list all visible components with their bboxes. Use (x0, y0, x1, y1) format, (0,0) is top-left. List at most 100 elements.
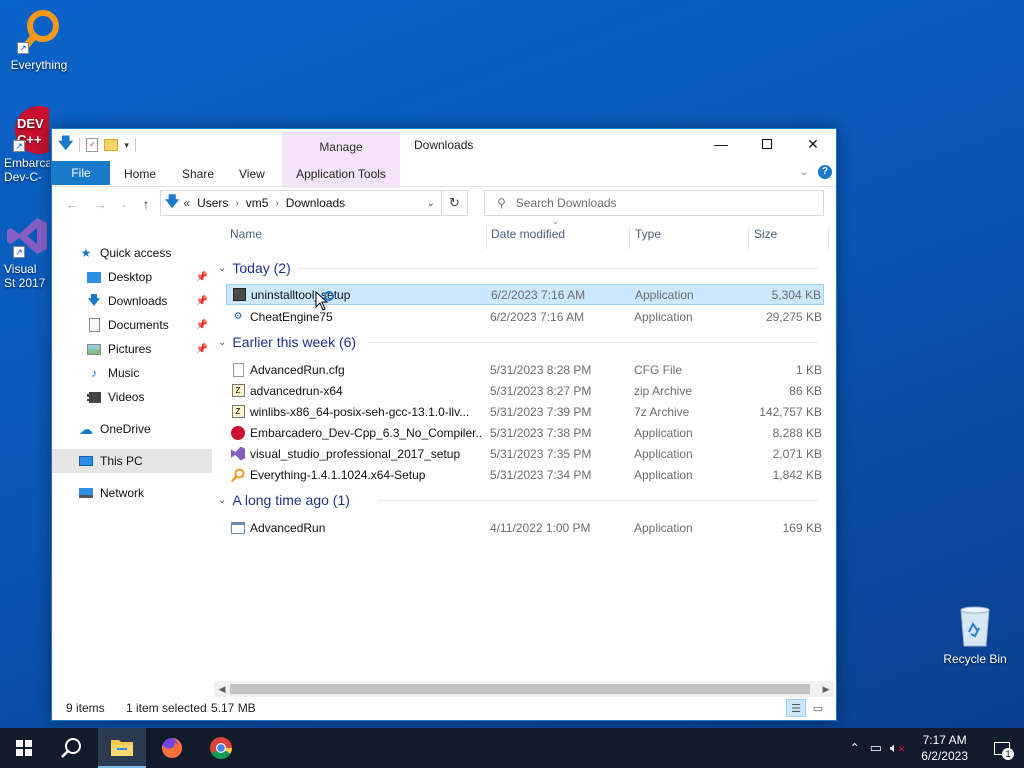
nav-item-music[interactable]: ♪ Music (52, 361, 212, 385)
column-divider[interactable] (486, 227, 487, 249)
forward-button[interactable]: → (90, 194, 110, 214)
file-row[interactable]: AdvancedRun.cfg 5/31/2023 8:28 PM CFG Fi… (226, 359, 824, 380)
search-button[interactable] (48, 728, 96, 768)
column-header-type[interactable]: Type (635, 227, 661, 249)
nav-item-label: This PC (100, 454, 143, 468)
file-type: Application (635, 287, 694, 302)
maximize-button[interactable] (744, 129, 790, 159)
nav-item-onedrive[interactable]: ☁ OneDrive (52, 417, 212, 441)
pin-icon[interactable]: 📌 (196, 296, 208, 307)
search-input[interactable]: ⚲ Search Downloads (484, 190, 824, 216)
nav-item-this-pc[interactable]: This PC (52, 449, 212, 473)
nav-item-videos[interactable]: Videos (52, 385, 212, 409)
file-row[interactable]: Z advancedrun-x64 5/31/2023 8:27 PM zip … (226, 380, 824, 401)
nav-item-pictures[interactable]: Pictures 📌 (52, 337, 212, 361)
desktop-icon-label: Visual St 2017 (4, 262, 46, 290)
start-button[interactable] (0, 728, 48, 768)
tab-share[interactable]: Share (168, 163, 228, 185)
nav-item-quick-access[interactable]: ★ Quick access (52, 241, 212, 265)
address-overflow[interactable]: « (183, 196, 190, 210)
taskbar: ⌃ ▭ 🔈︎✕ 7:17 AM 6/2/2023 1 (0, 728, 1024, 768)
address-bar[interactable]: 🡇 « Users › vm5 › Downloads ⌄ (160, 190, 442, 216)
tab-application-tools[interactable]: Application Tools (282, 163, 400, 185)
everything-icon: ↗ (15, 8, 63, 56)
column-header-name[interactable]: Name (230, 227, 262, 249)
file-row[interactable]: Everything-1.4.1.1024.x64-Setup 5/31/202… (226, 464, 824, 485)
file-row[interactable]: Z winlibs-x86_64-posix-seh-gcc-13.1.0-ll… (226, 401, 824, 422)
pin-icon[interactable]: 📌 (196, 320, 208, 331)
group-header-earlier-this-week[interactable]: ⌄ Earlier this week (6) (218, 334, 818, 350)
7z-archive-icon: Z (230, 404, 246, 420)
close-button[interactable]: ✕ (790, 129, 836, 159)
chevron-right-icon[interactable]: › (235, 198, 238, 209)
scroll-left-icon[interactable]: ◀ (214, 681, 230, 697)
column-header-date[interactable]: Date modified (491, 227, 565, 249)
clock[interactable]: 7:17 AM 6/2/2023 (921, 732, 968, 764)
column-divider[interactable] (828, 227, 829, 249)
file-row[interactable]: Embarcadero_Dev-Cpp_6.3_No_Compiler... 5… (226, 422, 824, 443)
properties-icon[interactable]: ✓ (86, 138, 99, 152)
notification-center-button[interactable]: 1 (980, 728, 1024, 768)
installer-box-icon (231, 287, 247, 303)
desktop-icon-visual-studio[interactable]: ↗ Visual St 2017 (0, 212, 50, 290)
refresh-button[interactable]: ↻ (442, 190, 468, 216)
horizontal-scrollbar[interactable]: ◀ ▶ (214, 681, 834, 697)
recent-locations-icon[interactable]: ⌄ (114, 194, 134, 214)
tab-file[interactable]: File (52, 161, 110, 185)
help-icon[interactable]: ? (818, 165, 832, 179)
address-dropdown-icon[interactable]: ⌄ (427, 198, 435, 209)
item-count: 9 items (66, 701, 105, 715)
title-bar[interactable]: 🡇 ✓ ▾ Manage Downloads — ✕ (52, 129, 836, 188)
scrollbar-thumb[interactable] (230, 684, 810, 694)
up-button[interactable]: ↑ (136, 194, 156, 214)
column-divider[interactable] (629, 227, 630, 249)
tab-home[interactable]: Home (110, 163, 170, 185)
file-size: 1 KB (795, 362, 822, 377)
scroll-right-icon[interactable]: ▶ (818, 681, 834, 697)
file-row[interactable]: visual_studio_professional_2017_setup 5/… (226, 443, 824, 464)
new-folder-icon[interactable] (104, 139, 119, 151)
breadcrumb-downloads[interactable]: Downloads (286, 196, 345, 210)
column-divider[interactable] (748, 227, 749, 249)
nav-item-downloads[interactable]: 🡇 Downloads 📌 (52, 289, 212, 313)
chevron-right-icon[interactable]: › (275, 198, 278, 209)
tab-view[interactable]: View (225, 163, 279, 185)
nav-item-documents[interactable]: Documents 📌 (52, 313, 212, 337)
back-button[interactable]: ← (62, 194, 82, 214)
windows-logo-icon (16, 740, 32, 756)
group-header-long-time-ago[interactable]: ⌄ A long time ago (1) (218, 492, 818, 508)
expand-ribbon-icon[interactable]: ⌄ (800, 167, 808, 178)
qat-dropdown-icon[interactable]: ▾ (124, 140, 129, 151)
desktop-icon-everything[interactable]: ↗ Everything (1, 8, 77, 72)
large-icons-view-button[interactable]: ▭ (808, 699, 828, 717)
down-arrow-icon[interactable]: 🡇 (58, 133, 73, 158)
navigation-bar: ← → ⌄ ↑ 🡇 « Users › vm5 › Downloads ⌄ ↻ … (52, 186, 836, 220)
visual-studio-icon: ↗ (1, 212, 49, 260)
breadcrumb-vm5[interactable]: vm5 (246, 196, 269, 210)
details-view-button[interactable]: ☰ (786, 699, 806, 717)
file-name: uninstalltool_setup (251, 287, 351, 302)
group-header-today[interactable]: ⌄ Today (2) (218, 260, 818, 276)
search-icon (61, 738, 81, 758)
pin-icon[interactable]: 📌 (196, 344, 208, 355)
downloads-folder-icon: 🡇 (165, 193, 180, 209)
nav-item-network[interactable]: Network (52, 481, 212, 505)
taskbar-file-explorer[interactable] (98, 728, 146, 768)
file-row[interactable]: AdvancedRun 4/11/2022 1:00 PM Applicatio… (226, 517, 824, 538)
file-name: Everything-1.4.1.1024.x64-Setup (250, 467, 426, 482)
show-hidden-icons-icon[interactable]: ⌃ (850, 741, 860, 755)
nav-item-label: Quick access (100, 246, 172, 260)
breadcrumb-users[interactable]: Users (197, 196, 228, 210)
volume-muted-icon[interactable]: 🔈︎✕ (890, 740, 905, 756)
network-icon[interactable]: ▭ (870, 740, 882, 756)
taskbar-chrome[interactable] (197, 728, 245, 768)
desktop-icon-recycle-bin[interactable]: Recycle Bin (937, 602, 1013, 666)
minimize-button[interactable]: — (698, 129, 744, 159)
desktop-icon-devcpp[interactable]: DEV C++ ↗ Embarca Dev-C- (0, 106, 50, 184)
column-header-size[interactable]: Size (754, 227, 777, 249)
taskbar-firefox[interactable] (148, 728, 196, 768)
pin-icon[interactable]: 📌 (196, 272, 208, 283)
file-date: 5/31/2023 8:27 PM (490, 383, 592, 398)
nav-item-desktop[interactable]: Desktop 📌 (52, 265, 212, 289)
